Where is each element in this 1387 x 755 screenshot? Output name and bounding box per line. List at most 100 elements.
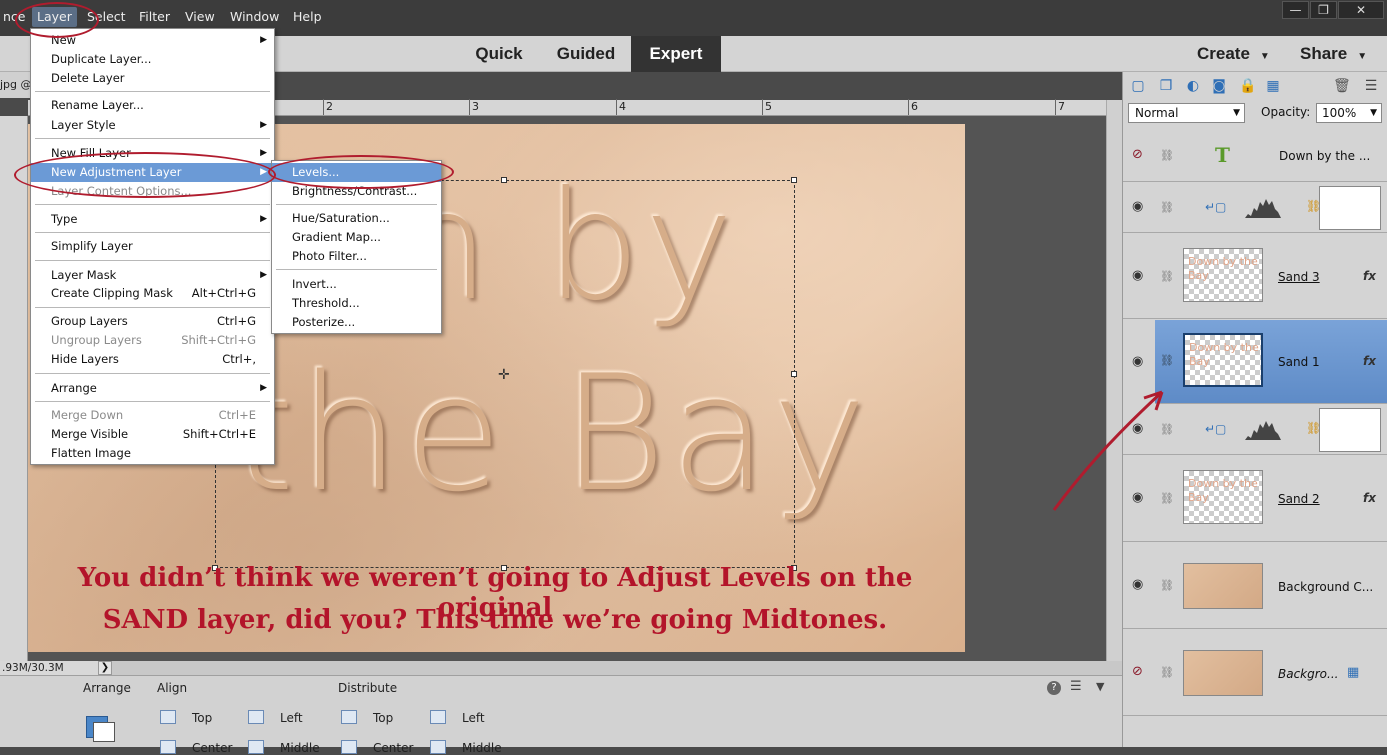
link-icon[interactable]: ⛓	[1160, 579, 1174, 592]
submenu-arrow-icon: ▶	[260, 270, 267, 280]
distribute-center-icon[interactable]	[341, 740, 357, 754]
distribute-center-label[interactable]: Center	[373, 741, 413, 755]
opacity-input[interactable]: 100% ▼	[1316, 103, 1382, 123]
menu-item-simplify-layer[interactable]: Simplify Layer	[31, 237, 274, 256]
lock-transparency-icon[interactable]: ▦	[1265, 78, 1281, 94]
hidden-eye-icon[interactable]: ⊘	[1132, 147, 1143, 162]
menu-item-hide-layers[interactable]: Hide Layers Ctrl+,	[31, 350, 274, 369]
menu-item-label: Ungroup Layers	[51, 333, 142, 347]
transform-handle[interactable]	[501, 177, 507, 183]
menu-window[interactable]: Window	[225, 7, 284, 27]
menu-item-layer-mask[interactable]: Layer Mask ▶	[31, 266, 274, 285]
link-icon[interactable]: ⛓	[1160, 270, 1174, 283]
document-tab[interactable]: jpg @	[0, 72, 30, 98]
align-center-label[interactable]: Center	[192, 741, 232, 755]
layer-row-background-copy[interactable]: ◉ ⛓ Background C...	[1123, 543, 1387, 629]
align-top-label[interactable]: Top	[192, 711, 212, 725]
submenu-item-threshold[interactable]: Threshold...	[272, 294, 441, 313]
submenu-item-photo-filter[interactable]: Photo Filter...	[272, 247, 441, 266]
menu-item-ungroup-layers[interactable]: Ungroup Layers Shift+Ctrl+G	[31, 331, 274, 350]
tab-quick[interactable]: Quick	[460, 36, 538, 72]
collapse-icon[interactable]: ▼	[1096, 680, 1104, 693]
new-group-icon[interactable]: ❐	[1158, 78, 1174, 94]
menu-item-group-layers[interactable]: Group Layers Ctrl+G	[31, 312, 274, 331]
panel-menu-icon[interactable]: ☰	[1363, 78, 1379, 94]
distribute-top-icon[interactable]	[341, 710, 357, 724]
link-icon[interactable]: ⛓	[1160, 201, 1174, 214]
eye-icon[interactable]: ◉	[1132, 268, 1143, 283]
eye-icon[interactable]: ◉	[1132, 354, 1143, 369]
menu-item-merge-down[interactable]: Merge Down Ctrl+E	[31, 406, 274, 425]
eye-icon[interactable]: ◉	[1132, 199, 1143, 214]
tab-guided[interactable]: Guided	[544, 36, 628, 72]
layer-row-adjustment[interactable]: ◉ ⛓ ↵▢ ⛓	[1123, 183, 1387, 233]
trash-icon[interactable]: 🗑	[1333, 78, 1351, 94]
distribute-top-label[interactable]: Top	[373, 711, 393, 725]
levels-histogram-icon	[1245, 421, 1281, 440]
distribute-left-icon[interactable]	[430, 710, 446, 724]
menu-item-rename-layer[interactable]: Rename Layer...	[31, 96, 274, 115]
menu-item-arrange[interactable]: Arrange ▶	[31, 379, 274, 398]
close-button[interactable]: ✕	[1338, 1, 1384, 19]
lock-all-icon[interactable]: 🔒	[1239, 78, 1256, 94]
fx-icon[interactable]: fx	[1363, 491, 1376, 505]
tab-expert[interactable]: Expert	[631, 36, 721, 72]
menu-item-merge-visible[interactable]: Merge Visible Shift+Ctrl+E	[31, 425, 274, 444]
new-layer-icon[interactable]: ▢	[1130, 78, 1146, 94]
layer-row-text[interactable]: ⊘ ⛓ T Down by the ...	[1123, 131, 1387, 182]
opacity-value: 100%	[1322, 106, 1357, 120]
hidden-eye-icon[interactable]: ⊘	[1132, 664, 1143, 679]
transform-handle[interactable]	[791, 177, 797, 183]
menu-item-create-clipping-mask[interactable]: Create Clipping Mask Alt+Ctrl+G	[31, 284, 274, 303]
lock-icon[interactable]: ▦	[1347, 665, 1359, 680]
submenu-item-posterize[interactable]: Posterize...	[272, 313, 441, 332]
layer-thumbnail	[1183, 563, 1263, 609]
chevron-right-icon[interactable]: ❯	[98, 661, 112, 675]
submenu-item-hue-saturation[interactable]: Hue/Saturation...	[272, 209, 441, 228]
menu-filter[interactable]: Filter	[134, 7, 175, 27]
fx-icon[interactable]: fx	[1363, 354, 1376, 368]
menu-view[interactable]: View	[180, 7, 220, 27]
crosshair-icon: ✛	[498, 367, 510, 383]
options-menu-icon[interactable]: ☰	[1070, 679, 1082, 694]
help-icon[interactable]: ?	[1047, 681, 1061, 695]
fx-icon[interactable]: fx	[1363, 269, 1376, 283]
distribute-middle-icon[interactable]	[430, 740, 446, 754]
menu-item-delete-layer[interactable]: Delete Layer	[31, 69, 274, 88]
align-left-label[interactable]: Left	[280, 711, 303, 725]
align-left-icon[interactable]	[248, 710, 264, 724]
ruler-tick: 3	[472, 100, 479, 113]
adjustment-layer-icon[interactable]: ◐	[1185, 78, 1201, 94]
menu-item-label: Rename Layer...	[51, 98, 144, 112]
layer-row-sand-3[interactable]: ◉ ⛓ Down by the Bay Sand 3 fx	[1123, 234, 1387, 319]
layer-row-background[interactable]: ⊘ ⛓ Backgro... ▦	[1123, 630, 1387, 716]
layer-name: Background C...	[1278, 580, 1374, 594]
layer-mask-icon[interactable]: ◙	[1211, 78, 1227, 94]
align-middle-label[interactable]: Middle	[280, 741, 320, 755]
menu-item-type[interactable]: Type ▶	[31, 210, 274, 229]
menu-item-layer-style[interactable]: Layer Style ▶	[31, 116, 274, 135]
link-icon[interactable]: ⛓	[1160, 666, 1174, 679]
distribute-middle-label[interactable]: Middle	[462, 741, 502, 755]
eye-icon[interactable]: ◉	[1132, 577, 1143, 592]
menu-help[interactable]: Help	[288, 7, 327, 27]
align-top-icon[interactable]	[160, 710, 176, 724]
share-button[interactable]: Share ▼	[1300, 36, 1367, 72]
link-icon[interactable]: ⛓	[1160, 354, 1174, 367]
submenu-item-invert[interactable]: Invert...	[272, 275, 441, 294]
link-icon[interactable]: ⛓	[1160, 149, 1174, 162]
transform-handle[interactable]	[791, 371, 797, 377]
menu-item-shortcut: Shift+Ctrl+G	[181, 333, 256, 347]
minimize-button[interactable]: —	[1282, 1, 1309, 19]
menu-item-duplicate-layer[interactable]: Duplicate Layer...	[31, 50, 274, 69]
align-center-icon[interactable]	[160, 740, 176, 754]
distribute-left-label[interactable]: Left	[462, 711, 485, 725]
restore-button[interactable]: ❐	[1310, 1, 1337, 19]
create-button[interactable]: Create ▼	[1197, 36, 1270, 72]
ruler-tick: 7	[1058, 100, 1065, 113]
menu-item-flatten-image[interactable]: Flatten Image	[31, 444, 274, 463]
blend-mode-select[interactable]: Normal ▼	[1128, 103, 1245, 123]
submenu-item-gradient-map[interactable]: Gradient Map...	[272, 228, 441, 247]
menu-separator	[35, 307, 270, 308]
align-middle-icon[interactable]	[248, 740, 264, 754]
